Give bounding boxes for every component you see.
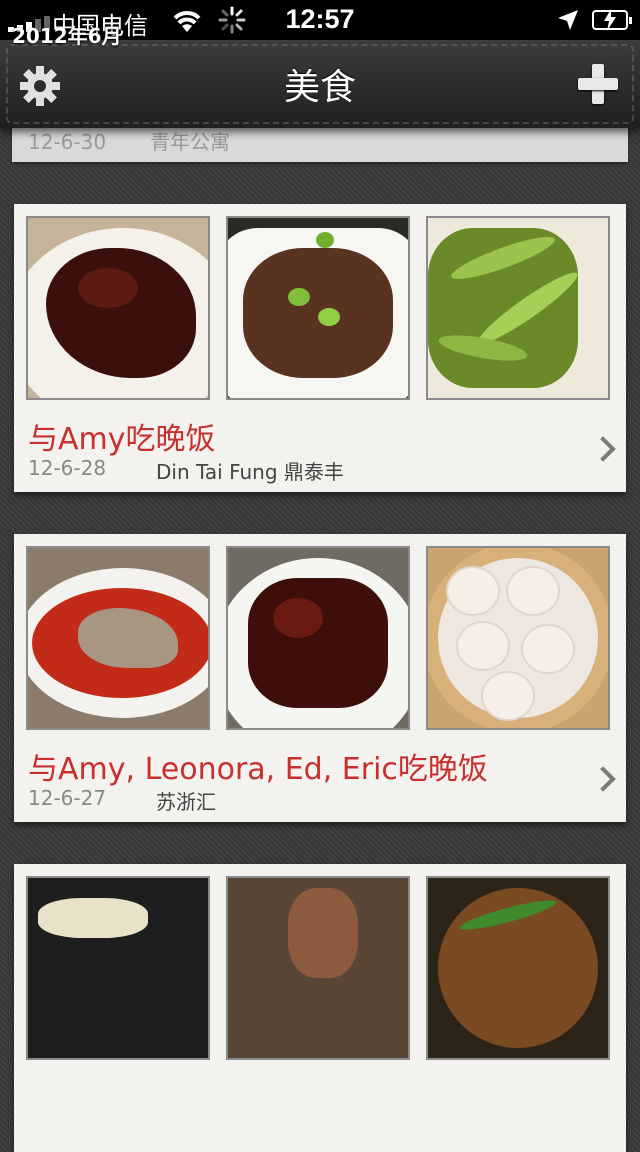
meal-entry-card[interactable]: 与Amy吃晚饭 12-6-28 Din Tai Fung 鼎泰丰 — [14, 204, 626, 492]
chevron-right-icon[interactable] — [590, 436, 616, 462]
entry-place: 苏浙汇 — [156, 790, 216, 814]
photo-thumbnail[interactable] — [26, 216, 210, 400]
scrolled-entry-ghost: 12-6-30 青年公寓 — [28, 128, 230, 155]
entry-date: 12-6-27 — [28, 786, 107, 810]
ghost-date: 12-6-30 — [28, 130, 107, 154]
ghost-place: 青年公寓 — [150, 130, 231, 154]
entry-title: 与Amy吃晚饭 — [28, 422, 216, 457]
photo-thumbnail[interactable] — [426, 216, 610, 400]
navigation-bar: 美食 — [0, 40, 640, 128]
photo-thumbnail[interactable] — [426, 876, 610, 1060]
photo-thumbnail[interactable] — [426, 546, 610, 730]
section-month-title: 2012年6月 — [12, 24, 122, 48]
entry-title: 与Amy, Leonora, Ed, Eric吃晚饭 — [28, 752, 488, 787]
plus-icon[interactable] — [578, 64, 618, 104]
photo-thumbnail[interactable] — [26, 876, 210, 1060]
chevron-right-icon[interactable] — [590, 766, 616, 792]
section-header: 12-6-30 青年公寓 — [12, 128, 628, 162]
meal-entry-card[interactable] — [14, 864, 626, 1152]
photo-thumbnail[interactable] — [26, 546, 210, 730]
location-arrow-icon — [556, 8, 580, 37]
photo-thumbnail[interactable] — [226, 546, 410, 730]
entry-place: Din Tai Fung 鼎泰丰 — [156, 460, 344, 484]
photo-thumbnail[interactable] — [226, 876, 410, 1060]
meal-entry-card[interactable]: 与Amy, Leonora, Ed, Eric吃晚饭 12-6-27 苏浙汇 — [14, 534, 626, 822]
entry-date: 12-6-28 — [28, 456, 107, 480]
page-title: 美食 — [283, 67, 356, 108]
photo-thumbnail[interactable] — [226, 216, 410, 400]
battery-charging-icon — [592, 9, 632, 31]
